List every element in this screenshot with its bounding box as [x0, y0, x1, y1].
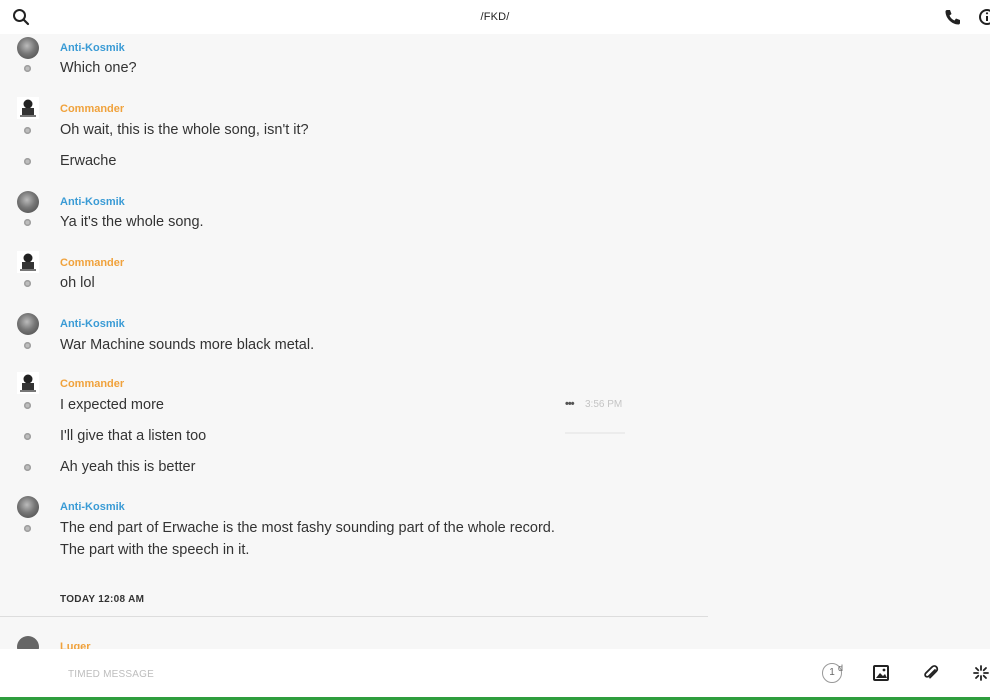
composer-bar: TIMED MESSAGE 1 d — [0, 649, 990, 700]
author-name[interactable]: Luger — [60, 641, 91, 649]
message-input[interactable]: TIMED MESSAGE — [68, 669, 154, 680]
read-receipt-icon — [24, 342, 31, 349]
read-receipt-icon — [24, 158, 31, 165]
message-text[interactable]: Which one? — [60, 57, 137, 79]
message-options-icon[interactable]: ••• — [565, 398, 575, 410]
avatar[interactable] — [17, 313, 39, 335]
read-receipt-icon — [24, 464, 31, 471]
spark-icon[interactable] — [972, 664, 990, 682]
avatar[interactable] — [17, 191, 39, 213]
author-name[interactable]: Commander — [60, 378, 124, 390]
message-text[interactable]: War Machine sounds more black metal. — [60, 334, 314, 356]
avatar[interactable] — [17, 496, 39, 518]
read-receipt-icon — [24, 219, 31, 226]
top-bar: /FKD/ — [0, 0, 990, 34]
avatar[interactable] — [17, 37, 39, 59]
info-icon[interactable] — [978, 8, 990, 26]
message-text[interactable]: Ya it's the whole song. — [60, 211, 204, 233]
avatar[interactable] — [17, 372, 39, 394]
avatar[interactable] — [17, 251, 39, 273]
avatar[interactable] — [17, 97, 39, 119]
author-name[interactable]: Anti-Kosmik — [60, 501, 125, 513]
author-name[interactable]: Commander — [60, 103, 124, 115]
faded-timestamp — [565, 432, 625, 434]
read-receipt-icon — [24, 280, 31, 287]
read-receipt-icon — [24, 433, 31, 440]
message-list[interactable]: Anti-Kosmik Which one? Commander Oh wait… — [0, 34, 990, 649]
author-name[interactable]: Commander — [60, 257, 124, 269]
read-receipt-icon — [24, 402, 31, 409]
read-receipt-icon — [24, 525, 31, 532]
read-receipt-icon — [24, 127, 31, 134]
phone-icon[interactable] — [944, 8, 962, 26]
conversation-title: /FKD/ — [480, 11, 510, 23]
search-icon[interactable] — [12, 8, 30, 26]
author-name[interactable]: Anti-Kosmik — [60, 42, 125, 54]
divider — [0, 616, 708, 617]
author-name[interactable]: Anti-Kosmik — [60, 318, 125, 330]
message-text[interactable]: The part with the speech in it. — [60, 539, 249, 561]
paperclip-icon[interactable] — [922, 664, 940, 682]
image-icon[interactable] — [873, 665, 889, 681]
message-text[interactable]: Oh wait, this is the whole song, isn't i… — [60, 119, 309, 141]
message-text[interactable]: Erwache — [60, 150, 116, 172]
message-text[interactable]: oh lol — [60, 272, 95, 294]
avatar[interactable] — [17, 636, 39, 649]
message-text[interactable]: Ah yeah this is better — [60, 456, 195, 478]
message-text[interactable]: I'll give that a listen too — [60, 425, 206, 447]
message-text[interactable]: I expected more — [60, 394, 164, 416]
timer-unit-label: d — [838, 663, 844, 673]
message-timestamp: 3:56 PM — [585, 399, 623, 410]
author-name[interactable]: Anti-Kosmik — [60, 196, 125, 208]
message-text[interactable]: The end part of Erwache is the most fash… — [60, 517, 555, 539]
date-separator: TODAY 12:08 AM — [60, 594, 145, 605]
read-receipt-icon — [24, 65, 31, 72]
